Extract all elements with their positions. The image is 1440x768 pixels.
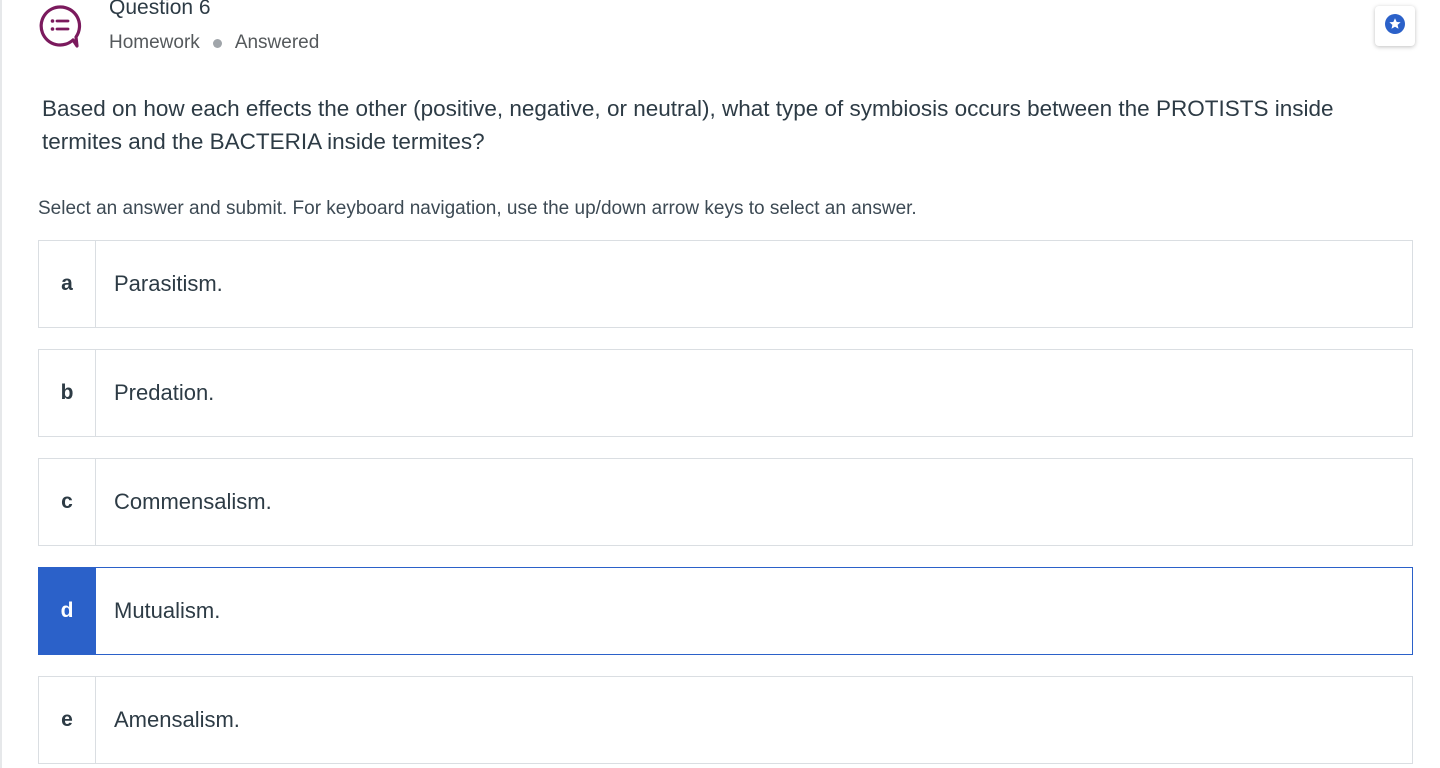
answer-instructions: Select an answer and submit. For keyboar… <box>38 198 917 219</box>
option-letter: b <box>39 350 96 436</box>
question-title: Question 6 <box>109 0 211 19</box>
option-letter: a <box>39 241 96 327</box>
option-text: Parasitism. <box>114 271 223 296</box>
category-label: Homework <box>109 32 200 53</box>
question-meta: Homework Answered <box>109 32 319 54</box>
answer-option-d[interactable]: d Mutualism. <box>38 567 1413 655</box>
status-label: Answered <box>234 32 320 53</box>
answer-option-e[interactable]: e Amensalism. <box>38 676 1413 764</box>
star-icon <box>1384 13 1406 40</box>
option-text: Commensalism. <box>114 489 272 514</box>
option-text: Mutualism. <box>114 598 221 623</box>
bookmark-button[interactable] <box>1375 6 1415 46</box>
answer-option-a[interactable]: a Parasitism. <box>38 240 1413 328</box>
option-letter: d <box>39 568 96 654</box>
answer-option-c[interactable]: c Commensalism. <box>38 458 1413 546</box>
answer-option-b[interactable]: b Predation. <box>38 349 1413 437</box>
separator-dot <box>212 38 222 48</box>
question-prompt: Based on how each effects the other (pos… <box>42 96 1334 154</box>
left-divider <box>0 0 2 768</box>
option-text: Amensalism. <box>114 707 240 732</box>
option-letter: e <box>39 677 96 763</box>
option-text: Predation. <box>114 380 215 405</box>
option-letter: c <box>39 459 96 545</box>
question-list-icon <box>38 4 82 48</box>
